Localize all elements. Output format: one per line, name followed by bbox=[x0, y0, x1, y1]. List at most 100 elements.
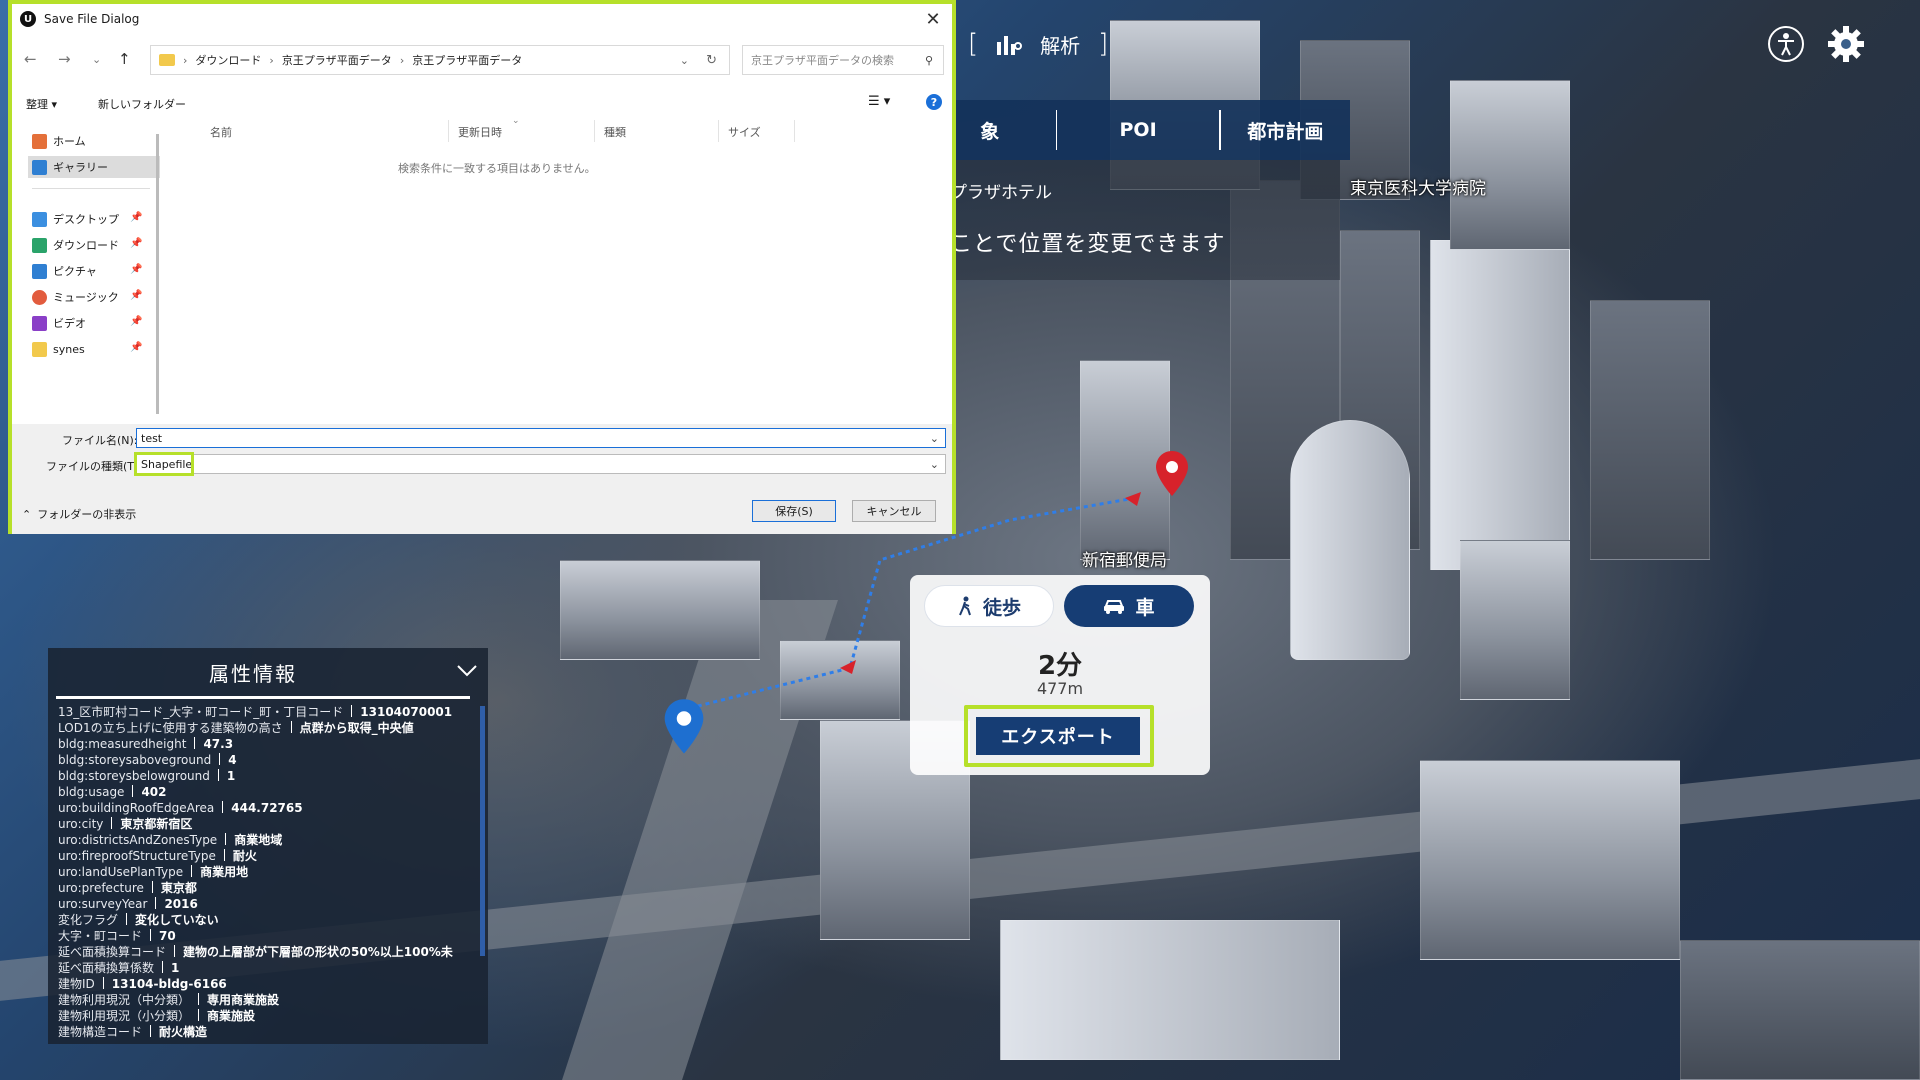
save-button[interactable]: 保存(S) bbox=[752, 500, 836, 522]
accessibility-icon[interactable] bbox=[1768, 26, 1804, 62]
attribute-value: 47.3 bbox=[203, 737, 234, 751]
attribute-key: bldg:storeysaboveground bbox=[58, 753, 212, 767]
dialog-footer: ⌃ フォルダーの非表示 保存(S) キャンセル bbox=[12, 494, 952, 534]
close-button[interactable]: ✕ bbox=[922, 8, 944, 30]
cancel-button[interactable]: キャンセル bbox=[852, 500, 936, 522]
pin-icon[interactable]: 📌 bbox=[130, 290, 142, 301]
column-divider[interactable] bbox=[718, 120, 719, 142]
attribute-value: 専用商業施設 bbox=[207, 993, 280, 1007]
nav-item-label: ミュージック bbox=[53, 291, 119, 304]
nav-item-gallery[interactable]: ギャラリー bbox=[28, 156, 160, 178]
view-options-icon[interactable]: ☰ ▾ bbox=[868, 94, 890, 109]
breadcrumb-folder-1[interactable]: 京王プラザ平面データ bbox=[282, 52, 392, 68]
attribute-value: 商業施設 bbox=[207, 1009, 256, 1023]
attribute-value: 変化していない bbox=[135, 913, 219, 927]
car-label: 車 bbox=[1135, 596, 1155, 619]
hide-folders-toggle[interactable]: ⌃ フォルダーの非表示 bbox=[22, 506, 136, 522]
attribute-value: 建物の上層部が下層部の形状の50%以上100%未 bbox=[183, 945, 453, 959]
filetype-highlight bbox=[134, 452, 194, 476]
walk-label: 徒歩 bbox=[982, 596, 1021, 619]
attribute-separator bbox=[151, 881, 153, 893]
attribute-value: 耐火 bbox=[232, 849, 257, 863]
attribute-separator bbox=[223, 849, 225, 861]
breadcrumb-folder-2[interactable]: 京王プラザ平面データ bbox=[412, 52, 522, 68]
recent-chevron-icon[interactable]: ⌄ bbox=[92, 53, 101, 66]
refresh-icon[interactable]: ↻ bbox=[706, 53, 717, 68]
save-file-dialog: U Save File Dialog ✕ ← → ⌄ ↑ › ダウンロード › … bbox=[8, 0, 956, 534]
pin-icon[interactable]: 📌 bbox=[130, 316, 142, 327]
chevron-up-icon: ⌃ bbox=[22, 507, 32, 521]
pin-icon[interactable]: 📌 bbox=[130, 212, 142, 223]
tab-city-planning[interactable]: 都市計画 bbox=[1221, 110, 1350, 150]
breadcrumb-downloads[interactable]: ダウンロード bbox=[195, 52, 261, 68]
hide-folders-label: フォルダーの非表示 bbox=[37, 508, 137, 521]
filename-dropdown-icon[interactable]: ⌄ bbox=[930, 432, 939, 445]
nav-scrollbar[interactable] bbox=[156, 134, 159, 414]
breadcrumb-separator: › bbox=[269, 53, 274, 67]
attribute-key: 大字・町コード bbox=[58, 929, 143, 943]
file-list[interactable]: 名前 更新日時 ⌄ 種類 サイズ 検索条件に一致する項目はありません。 bbox=[162, 116, 952, 416]
attribute-value: 東京都新宿区 bbox=[120, 817, 193, 831]
attribute-separator bbox=[351, 705, 353, 717]
music-icon bbox=[32, 289, 47, 305]
selected-hotel-label: プラザホテル bbox=[950, 183, 1052, 203]
route-panel: 徒歩 車 2分 477m エクスポート bbox=[910, 575, 1210, 775]
attribute-separator bbox=[194, 737, 196, 749]
nav-item-label: synes bbox=[53, 342, 85, 356]
column-divider[interactable] bbox=[594, 120, 595, 142]
address-dropdown-icon[interactable]: ⌄ bbox=[680, 54, 689, 67]
attribute-row: uro:districtsAndZonesType 商業地域 bbox=[58, 832, 468, 848]
breadcrumb-separator: › bbox=[399, 53, 405, 67]
nav-item-home[interactable]: ホーム bbox=[32, 130, 152, 152]
search-input[interactable]: 京王プラザ平面データの検索 ⚲ bbox=[742, 45, 944, 75]
position-hint-text: ことで位置を変更できます bbox=[950, 232, 1226, 257]
attribute-key: uro:districtsAndZonesType bbox=[58, 833, 218, 847]
forward-arrow-icon[interactable]: → bbox=[58, 50, 71, 68]
column-divider[interactable] bbox=[794, 120, 795, 142]
attribute-key: 建物利用現況（小分類） bbox=[58, 1009, 191, 1023]
attribute-row: 延べ面積換算コード 建物の上層部が下層部の形状の50%以上100%未 bbox=[58, 944, 468, 960]
column-modified[interactable]: 更新日時 bbox=[458, 124, 502, 140]
up-arrow-icon[interactable]: ↑ bbox=[118, 50, 131, 68]
analysis-menu[interactable]: [ 解析 ] bbox=[968, 28, 1108, 60]
column-size[interactable]: サイズ bbox=[728, 124, 761, 140]
tab-poi[interactable]: POI bbox=[1057, 110, 1218, 150]
filename-field[interactable]: test ⌄ bbox=[136, 428, 946, 448]
destination-pin-icon[interactable] bbox=[1154, 450, 1190, 498]
walk-mode-button[interactable]: 徒歩 bbox=[924, 585, 1054, 627]
car-mode-button[interactable]: 車 bbox=[1064, 585, 1194, 627]
attribute-row: 延べ面積換算係数 1 bbox=[58, 960, 468, 976]
bracket-open: [ bbox=[968, 29, 979, 59]
back-arrow-icon[interactable]: ← bbox=[24, 50, 37, 68]
attribute-separator bbox=[126, 913, 128, 925]
attribute-value: 点群から取得_中央値 bbox=[299, 721, 414, 735]
attribute-row: 建物利用現況（中分類） 専用商業施設 bbox=[58, 992, 468, 1008]
filetype-select[interactable]: Shapefile ⌄ bbox=[136, 454, 946, 474]
attribute-value: 13104-bldg-6166 bbox=[111, 977, 227, 991]
filetype-dropdown-icon[interactable]: ⌄ bbox=[930, 458, 939, 471]
address-bar[interactable]: › ダウンロード › 京王プラザ平面データ › 京王プラザ平面データ ⌄ ↻ bbox=[150, 45, 730, 75]
column-type[interactable]: 種類 bbox=[604, 124, 626, 140]
gear-icon[interactable] bbox=[1826, 24, 1866, 64]
origin-pin-icon[interactable] bbox=[662, 698, 706, 756]
analysis-chart-icon bbox=[997, 36, 1023, 55]
attribute-separator bbox=[217, 769, 219, 781]
organize-menu[interactable]: 整理 ▾ bbox=[26, 96, 57, 112]
chevron-down-icon[interactable] bbox=[456, 660, 478, 680]
pin-icon[interactable]: 📌 bbox=[130, 264, 142, 275]
attribute-value: 444.72765 bbox=[231, 801, 303, 815]
column-divider[interactable] bbox=[448, 120, 449, 142]
column-name[interactable]: 名前 bbox=[210, 124, 232, 140]
pin-icon[interactable]: 📌 bbox=[130, 238, 142, 249]
attribute-list[interactable]: 13_区市町村コード_大字・町コード_町・丁目コード 13104070001 LOD… bbox=[58, 704, 468, 1040]
search-icon: ⚲ bbox=[924, 53, 933, 67]
sort-caret-icon: ⌄ bbox=[512, 116, 520, 126]
help-icon[interactable]: ? bbox=[926, 94, 942, 110]
analysis-label: 解析 bbox=[1040, 33, 1081, 58]
new-folder-button[interactable]: 新しいフォルダー bbox=[98, 96, 186, 112]
export-button[interactable]: エクスポート bbox=[976, 717, 1140, 755]
folder-icon bbox=[159, 54, 175, 66]
pin-icon[interactable]: 📌 bbox=[130, 342, 142, 353]
attribute-value: 2016 bbox=[164, 897, 198, 911]
attribute-scrollbar[interactable] bbox=[480, 706, 485, 956]
